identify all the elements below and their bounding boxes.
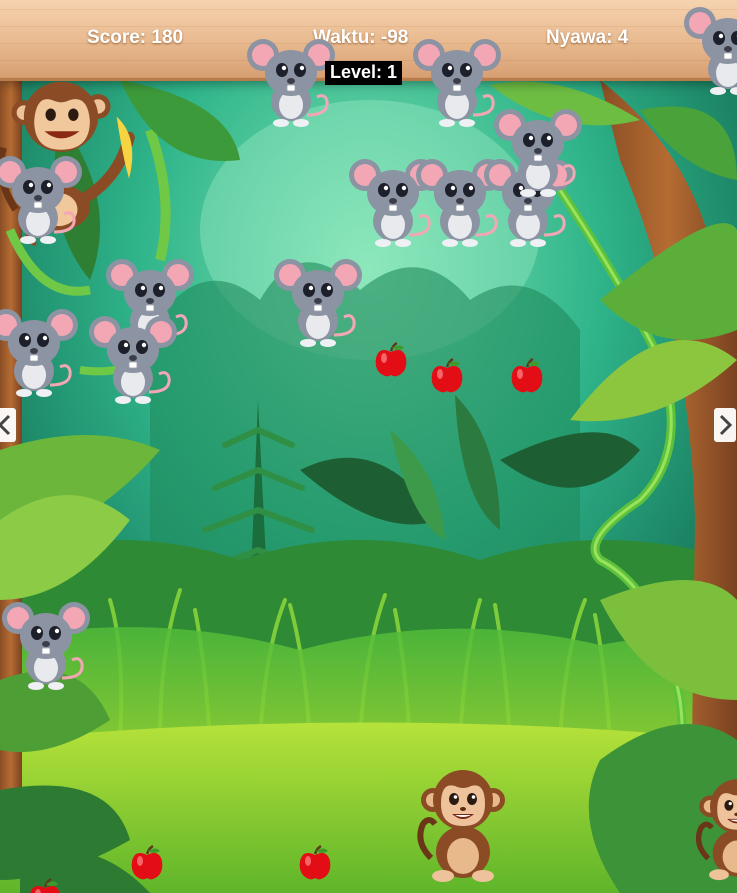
mouse-icon [0,152,84,248]
right-arrow-icon[interactable] [714,408,736,442]
apple-icon [510,358,544,394]
mouse-icon [87,312,179,408]
level-label: Level: 1 [325,61,403,85]
left-arrow-icon[interactable] [0,408,16,442]
apple-icon [130,845,164,881]
apple-icon [374,342,408,378]
mouse-icon [245,35,337,131]
apple-icon [430,358,464,394]
mouse-icon [272,255,364,351]
apple-icon [298,845,332,881]
mouse-icon [682,3,737,99]
mouse-icon [0,598,92,694]
mouse-icon [411,35,503,131]
mouse-icon [0,305,80,401]
score-label: Score: 180 [87,27,184,48]
monkey-icon [692,772,737,882]
apple-icon [28,878,62,893]
lives-label: Nyawa: 4 [546,27,629,48]
player-monkey-icon[interactable] [413,762,513,884]
mouse-icon [492,105,584,201]
game-screen[interactable]: Score: 180 Waktu: -98 Nyawa: 4 Level: 1 [0,0,737,893]
